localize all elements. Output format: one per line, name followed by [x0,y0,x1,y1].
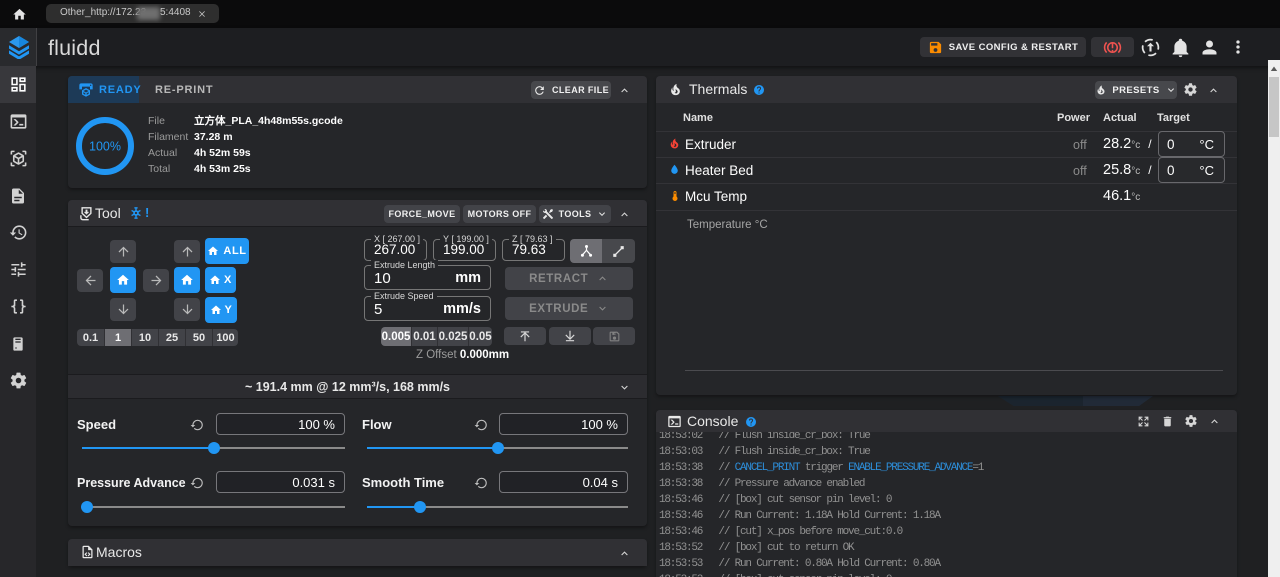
svg-text:100%: 100% [89,140,121,154]
